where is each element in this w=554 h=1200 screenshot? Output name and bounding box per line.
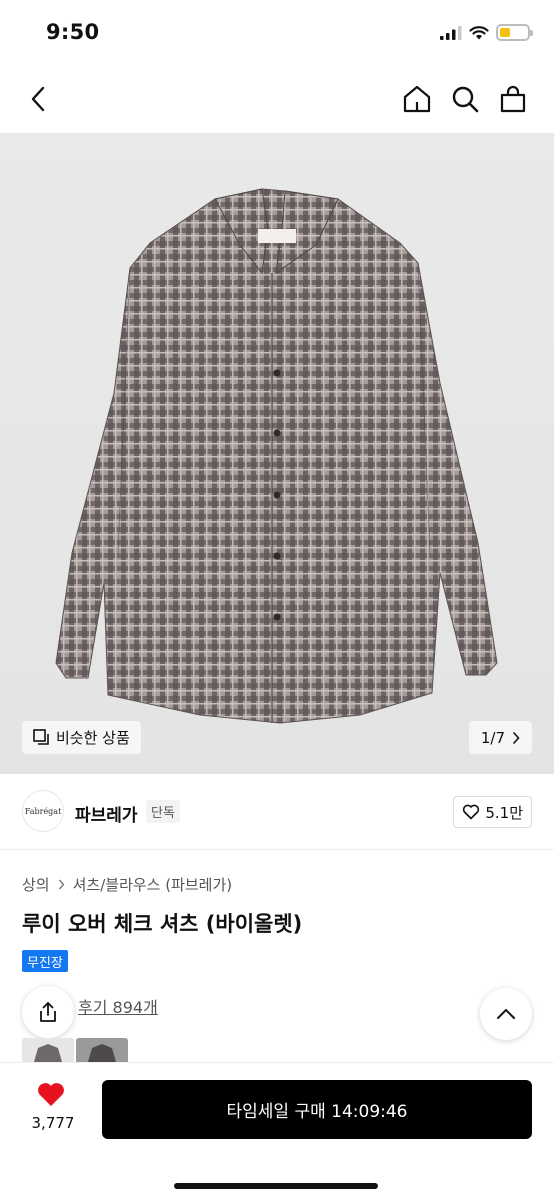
status-icons [440, 24, 533, 41]
back-button[interactable] [21, 82, 55, 116]
chevron-right-icon [513, 731, 520, 744]
nav-bar [0, 66, 554, 132]
wifi-icon [469, 25, 489, 39]
chevron-up-icon [497, 1009, 515, 1019]
share-icon [40, 1002, 56, 1022]
similar-icon [33, 729, 49, 745]
color-thumbnail[interactable] [76, 1038, 128, 1062]
share-button[interactable] [22, 986, 74, 1038]
similar-products-button[interactable]: 비슷한 상품 [22, 721, 141, 754]
chevron-right-icon [58, 879, 65, 890]
bottom-action-bar: 3,777 타임세일 구매 14:09:46 [0, 1062, 554, 1200]
exclusive-tag: 단독 [146, 800, 180, 823]
breadcrumb-subcategory[interactable]: 셔츠/블라우스 (파브레가) [73, 874, 233, 895]
color-thumbnail[interactable] [22, 1038, 74, 1062]
brand-name[interactable]: 파브레가 [75, 801, 138, 826]
brand-like-count: 5.1만 [485, 803, 523, 822]
home-button[interactable] [400, 82, 434, 116]
signal-icon [440, 25, 462, 40]
cart-icon [500, 85, 526, 113]
brand-logo[interactable]: Fabrégat [22, 790, 64, 832]
heart-filled-icon [38, 1083, 64, 1106]
buy-button-label: 타임세일 구매 14:09:46 [226, 1102, 408, 1122]
product-title: 루이 오버 체크 셔츠 (바이올렛) [22, 912, 303, 936]
pager-label: 1/7 [480, 728, 505, 747]
home-icon [403, 85, 431, 113]
product-image-gallery[interactable]: 비슷한 상품 1/7 [0, 133, 554, 774]
product-badge: 무진장 [22, 950, 68, 972]
product-image [55, 188, 498, 724]
back-icon [31, 86, 45, 112]
status-time: 9:50 [46, 20, 100, 44]
buy-button[interactable]: 타임세일 구매 14:09:46 [102, 1080, 532, 1139]
breadcrumb: 상의 셔츠/블라우스 (파브레가) [22, 874, 232, 895]
search-button[interactable] [448, 82, 482, 116]
review-link[interactable]: 후기 894개 [78, 994, 158, 1018]
cart-button[interactable] [496, 82, 530, 116]
search-icon [452, 86, 479, 113]
like-button[interactable] [36, 1081, 66, 1112]
brand-like-button[interactable]: 5.1만 [453, 796, 532, 828]
heart-outline-icon [463, 804, 480, 820]
status-bar: 9:50 [0, 0, 554, 66]
scroll-top-button[interactable] [480, 988, 532, 1040]
home-indicator [174, 1183, 378, 1189]
similar-products-label: 비슷한 상품 [56, 729, 130, 747]
like-count: 3,777 [31, 1114, 75, 1132]
brand-row: Fabrégat 파브레가 단독 5.1만 [0, 774, 554, 850]
brand-logo-text: Fabrégat [24, 806, 62, 816]
breadcrumb-category[interactable]: 상의 [22, 874, 50, 895]
battery-icon [496, 24, 533, 41]
image-pager[interactable]: 1/7 [468, 721, 532, 754]
